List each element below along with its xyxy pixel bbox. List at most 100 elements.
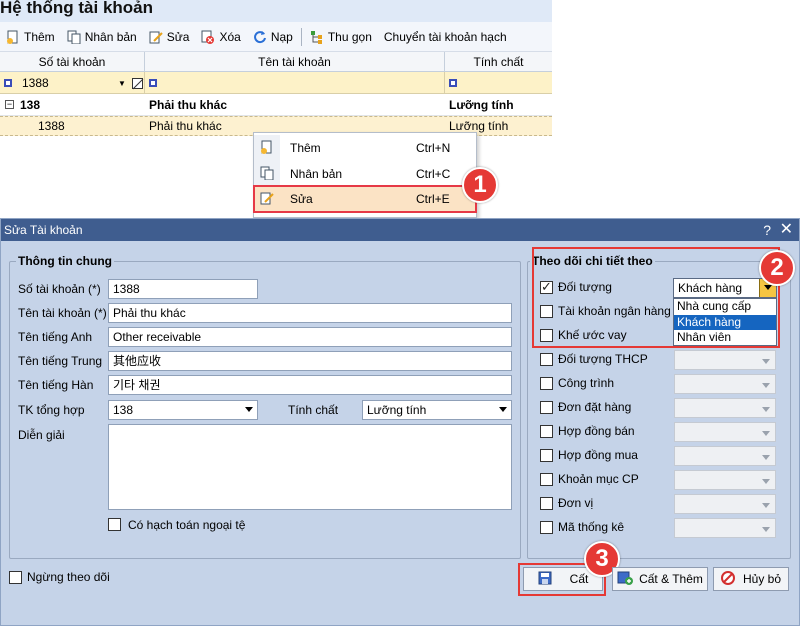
context-menu-item-add[interactable]: Thêm Ctrl+N — [254, 135, 476, 161]
tracking-disabled-select — [674, 422, 776, 442]
account-no-field[interactable]: 1388 — [108, 279, 258, 299]
tracking-label: Đơn đặt hàng — [558, 400, 632, 414]
filter-operator-icon[interactable] — [449, 79, 457, 87]
tracking-disabled-select — [674, 446, 776, 466]
edit-icon — [149, 30, 163, 44]
filter-nature[interactable] — [445, 72, 552, 94]
description-label: Diễn giải — [18, 428, 65, 442]
cancel-button[interactable]: Hủy bỏ — [713, 567, 789, 591]
new-document-icon — [6, 30, 20, 44]
tracking-checkbox[interactable] — [540, 497, 553, 510]
save-add-icon — [617, 571, 634, 588]
tracking-label: Công trình — [558, 376, 615, 390]
tracking-disabled-select — [674, 374, 776, 394]
step-badge-2: 2 — [759, 250, 795, 286]
nature-select[interactable]: Lưỡng tính — [362, 400, 512, 420]
english-name-field[interactable]: Other receivable — [108, 327, 512, 347]
description-textarea[interactable] — [108, 424, 512, 510]
tracking-disabled-select — [674, 398, 776, 418]
filter-operator-icon[interactable] — [149, 79, 157, 87]
tracking-checkbox[interactable] — [540, 377, 553, 390]
filter-operator-icon[interactable] — [4, 79, 12, 87]
korean-name-label: Tên tiếng Hàn — [18, 378, 94, 392]
tracking-label: Hợp đồng bán — [558, 424, 635, 438]
step-badge-1: 1 — [462, 167, 498, 203]
tracking-label: Đối tượng — [558, 280, 612, 294]
help-icon[interactable]: ? — [763, 219, 771, 241]
chevron-down-icon[interactable] — [245, 407, 253, 412]
tracking-disabled-select — [674, 350, 776, 370]
collapse-toggle-icon[interactable]: − — [5, 100, 14, 109]
tracking-disabled-select — [674, 494, 776, 514]
tracking-checkbox[interactable] — [540, 425, 553, 438]
stop-tracking-label: Ngừng theo dõi — [27, 570, 110, 584]
tracking-label: Đối tượng THCP — [558, 352, 648, 366]
tracking-label: Đơn vị — [558, 496, 594, 510]
filter-account-no[interactable]: 1388 ▼ — [0, 72, 145, 94]
english-name-label: Tên tiếng Anh — [18, 330, 93, 344]
tracking-checkbox[interactable] — [540, 353, 553, 366]
dialog-title: Sửa Tài khoản — [1, 219, 799, 241]
new-document-icon — [260, 140, 274, 157]
tracking-label: Hợp đồng mua — [558, 448, 638, 462]
clear-filter-icon[interactable] — [131, 77, 144, 89]
korean-name-field[interactable]: 기타 채권 — [108, 375, 512, 395]
tracking-label: Mã thống kê — [558, 520, 625, 534]
add-button[interactable]: Thêm — [0, 25, 61, 49]
close-icon[interactable]: ✕ — [780, 219, 793, 241]
general-info-legend: Thông tin chung — [16, 254, 114, 268]
grid-group-row[interactable]: − 138 Phải thu khác Lưỡng tính — [0, 94, 552, 116]
tracking-disabled-select — [674, 518, 776, 538]
filter-account-name[interactable] — [145, 72, 445, 94]
chevron-down-icon[interactable]: ▼ — [118, 79, 126, 88]
tracking-checkbox[interactable] — [540, 329, 553, 342]
save-and-add-button[interactable]: Cất & Thêm — [612, 567, 708, 591]
account-name-field[interactable]: Phải thu khác — [108, 303, 512, 323]
foreign-currency-checkbox[interactable] — [108, 518, 121, 531]
window-title: Hệ thống tài khoản — [0, 0, 552, 22]
edit-icon — [260, 191, 274, 208]
account-no-label: Số tài khoản (*) — [18, 282, 101, 296]
tracking-checkbox[interactable] — [540, 305, 553, 318]
context-menu-item-duplicate[interactable]: Nhân bản Ctrl+C — [254, 161, 476, 187]
tracking-disabled-select — [674, 470, 776, 490]
chinese-name-field[interactable]: 其他应收 — [108, 351, 512, 371]
parent-account-label: TK tổng hợp — [18, 403, 85, 417]
general-info-group: Thông tin chung Số tài khoản (*) 1388 Tê… — [9, 254, 521, 559]
column-account-name[interactable]: Tên tài khoản — [145, 52, 445, 71]
load-button[interactable]: Nạp — [247, 25, 299, 49]
stop-tracking-checkbox[interactable] — [9, 571, 22, 584]
tree-icon — [310, 30, 324, 44]
grid-filter-row: 1388 ▼ — [0, 72, 552, 94]
toolbar-separator — [300, 27, 302, 46]
chevron-down-icon[interactable] — [499, 407, 507, 412]
tracking-checkbox[interactable] — [540, 449, 553, 462]
tracking-checkbox[interactable] — [540, 279, 553, 295]
tracking-label: Khoản mục CP — [558, 472, 639, 486]
cancel-icon — [720, 570, 735, 588]
refresh-icon — [253, 30, 267, 44]
delete-button[interactable]: Xóa — [195, 25, 246, 49]
tracking-checkbox[interactable] — [540, 473, 553, 486]
account-name-label: Tên tài khoản (*) — [18, 306, 107, 320]
edit-button[interactable]: Sửa — [143, 25, 196, 49]
context-menu-item-edit[interactable]: Sửa Ctrl+E — [253, 185, 477, 213]
transfer-account-button[interactable]: Chuyển tài khoản hạch — [378, 25, 513, 49]
collapse-button[interactable]: Thu gọn — [304, 25, 378, 49]
tracking-checkbox[interactable] — [540, 521, 553, 534]
copy-icon — [260, 166, 274, 183]
context-menu: Thêm Ctrl+N Nhân bản Ctrl+C Sửa Ctrl+E — [253, 132, 477, 218]
chinese-name-label: Tên tiếng Trung — [18, 354, 103, 368]
nature-label: Tính chất — [288, 403, 339, 417]
tracking-label: Tài khoản ngân hàng — [558, 304, 671, 318]
copy-icon — [67, 30, 81, 44]
toolbar: Thêm Nhân bản Sửa Xóa Nạp Thu gọn Chuyển… — [0, 22, 552, 52]
duplicate-button[interactable]: Nhân bản — [61, 25, 143, 49]
tracking-label: Khế ước vay — [558, 328, 627, 342]
tracking-checkbox[interactable] — [540, 401, 553, 414]
column-account-no[interactable]: Số tài khoản — [0, 52, 145, 71]
delete-icon — [201, 30, 215, 44]
grid-header: Số tài khoản Tên tài khoản Tính chất — [0, 52, 552, 72]
parent-account-select[interactable]: 138 — [108, 400, 258, 420]
column-nature[interactable]: Tính chất — [445, 52, 552, 71]
